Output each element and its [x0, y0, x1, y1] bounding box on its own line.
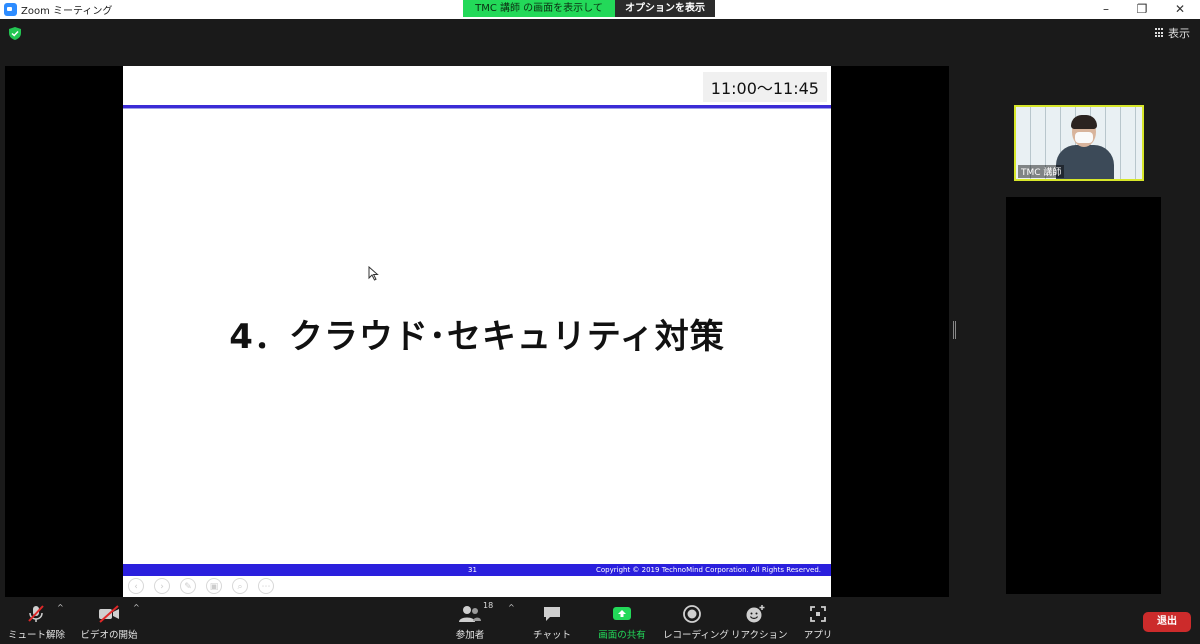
slide-heading: 4．クラウド･セキュリティ対策	[229, 317, 725, 357]
view-options-button[interactable]: オプションを表示 ⌄	[615, 0, 715, 31]
next-icon[interactable]: ›	[154, 578, 170, 594]
unmute-button[interactable]: ミュート解除	[8, 597, 66, 644]
window-title-bar: Zoom ミーティング TMC 講師 の画面を表示しています オプションを表示 …	[0, 0, 1200, 31]
meeting-toolbar: ミュート解除 ^ ビデオの開始 ^ 参加者 18 ^ チャット 画面の共有 レコ…	[0, 597, 1200, 644]
participants-label: 参加者	[455, 630, 485, 641]
chat-icon	[544, 607, 560, 621]
pen-icon[interactable]: ✎	[180, 578, 196, 594]
participants-count: 18	[483, 601, 494, 610]
start-video-label: ビデオの開始	[80, 630, 138, 641]
prev-icon[interactable]: ‹	[128, 578, 144, 594]
mouse-cursor-icon	[368, 266, 379, 281]
view-button[interactable]: 表示	[1155, 25, 1190, 41]
participant-name-label: TMC 講師	[1018, 165, 1065, 178]
share-screen-label: 画面の共有	[598, 630, 646, 641]
panel-splitter-handle[interactable]	[953, 321, 956, 339]
slide-copyright: Copyright © 2019 TechnoMind Corporation.…	[596, 566, 821, 574]
shared-screen[interactable]: 11:00〜11:45 4．クラウド･セキュリティ対策 31 Copyright…	[5, 66, 949, 597]
apps-label: アプリ	[803, 630, 833, 641]
share-banner: TMC 講師 の画面を表示しています オプションを表示 ⌄	[463, 0, 731, 31]
zoom-icon[interactable]: ⌕	[232, 578, 248, 594]
participants-icon	[459, 606, 481, 622]
reaction-smiley-icon	[746, 605, 765, 623]
slide-page-number: 31	[468, 566, 477, 574]
view-button-label: 表示	[1168, 27, 1190, 40]
zoom-app-icon	[4, 3, 17, 16]
participants-options-chevron-icon[interactable]: ^	[508, 603, 515, 612]
apps-button[interactable]: アプリ	[800, 597, 836, 644]
recording-button[interactable]: レコーディング	[663, 597, 729, 644]
speaker-hair	[1071, 115, 1097, 129]
grid-view-icon	[1155, 28, 1165, 38]
record-icon	[683, 605, 701, 623]
presentation-slide: 11:00〜11:45 4．クラウド･セキュリティ対策 31 Copyright…	[123, 66, 831, 597]
share-status-label: TMC 講師 の画面を表示しています	[463, 0, 615, 31]
unmute-label: ミュート解除	[8, 630, 66, 641]
minimize-icon[interactable]: –	[1088, 0, 1124, 19]
slide-top-rule-light	[123, 108, 831, 109]
share-screen-icon	[613, 607, 631, 620]
meeting-window: 表示 11:00〜11:45 4．クラウド･セキュリティ対策 31 Copyri…	[0, 19, 1200, 644]
window-title: Zoom ミーティング	[21, 6, 113, 17]
slide-footer: 31 Copyright © 2019 TechnoMind Corporati…	[123, 564, 831, 576]
recording-label: レコーディング	[663, 630, 729, 641]
muted-microphone-icon	[28, 605, 44, 622]
chat-label: チャット	[533, 630, 571, 641]
share-screen-button[interactable]: 画面の共有	[595, 597, 649, 644]
audio-options-chevron-icon[interactable]: ^	[57, 603, 64, 612]
encryption-shield-icon[interactable]	[9, 27, 21, 40]
speaker-body	[1056, 145, 1114, 179]
restore-icon[interactable]: ❐	[1124, 0, 1160, 19]
participant-video-panel	[1006, 197, 1161, 594]
slides-icon[interactable]: ▣	[206, 578, 222, 594]
apps-icon	[810, 606, 826, 622]
close-icon[interactable]: ✕	[1162, 0, 1198, 19]
speaker-mask	[1075, 132, 1093, 143]
leave-meeting-button[interactable]: 退出	[1143, 612, 1191, 632]
speaker-video-thumbnail[interactable]: TMC 講師	[1014, 105, 1144, 181]
more-icon[interactable]: ⋯	[258, 578, 274, 594]
video-options-chevron-icon[interactable]: ^	[133, 603, 140, 612]
video-off-icon	[99, 605, 119, 623]
reactions-label: リアクション	[731, 630, 788, 641]
reactions-button[interactable]: リアクション	[731, 597, 788, 644]
slide-bottom-area	[123, 576, 831, 597]
chat-button[interactable]: チャット	[531, 597, 573, 644]
start-video-button[interactable]: ビデオの開始	[80, 597, 138, 644]
slide-time-box: 11:00〜11:45	[702, 72, 827, 102]
